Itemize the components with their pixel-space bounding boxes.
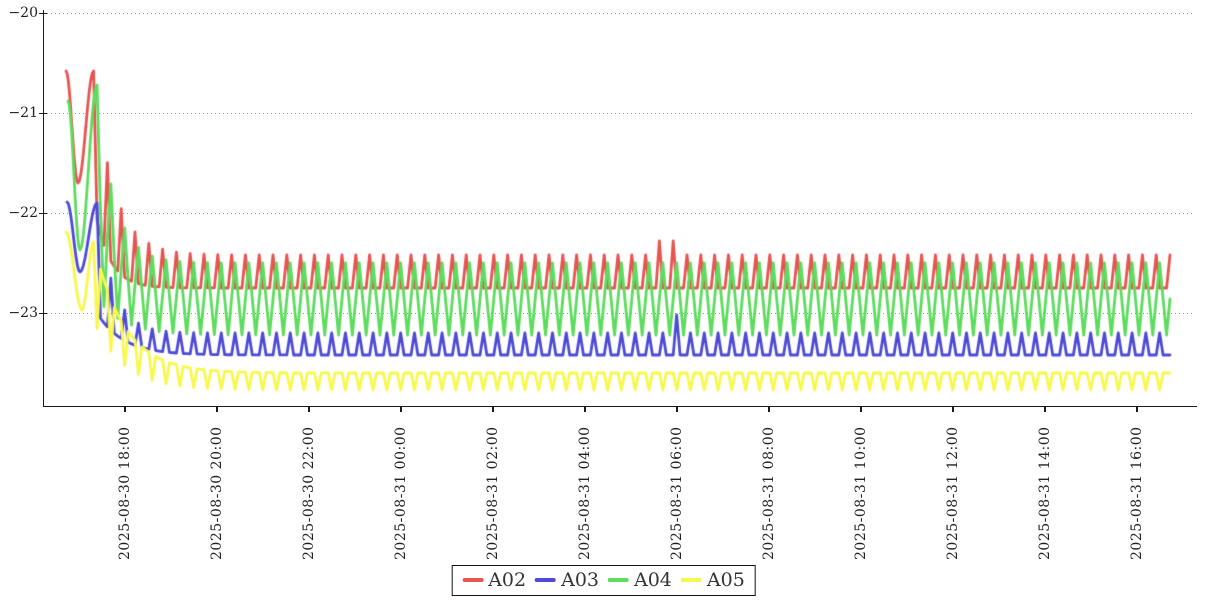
x-tick-label: 2025-08-31 14:00 [1037, 426, 1053, 560]
legend-label: A03 [561, 569, 599, 591]
x-tick-label: 2025-08-31 02:00 [485, 426, 501, 560]
x-tick-label: 2025-08-30 18:00 [117, 426, 133, 560]
x-tick-mark [860, 407, 862, 412]
legend-item-A03: A03 [535, 569, 599, 591]
line-chart-figure: −20 −21 −22 −23 2025-08-30 18:00 2025-08-30 … [0, 0, 1207, 600]
y-tick-label: −20 [0, 5, 38, 21]
legend-item-A05: A05 [681, 569, 745, 591]
x-tick-label: 2025-08-31 08:00 [761, 426, 777, 560]
y-axis-line [43, 10, 45, 407]
legend-label: A04 [634, 569, 672, 591]
legend-line-swatch [608, 578, 629, 582]
x-tick-mark [492, 407, 494, 412]
x-tick-mark [124, 407, 126, 412]
chart-series-canvas [0, 0, 1207, 600]
x-tick-label: 2025-08-31 16:00 [1129, 426, 1145, 560]
x-tick-mark [584, 407, 586, 412]
legend-line-swatch [681, 578, 702, 582]
y-tick-label: −22 [0, 205, 38, 221]
x-tick-label: 2025-08-30 22:00 [301, 426, 317, 560]
legend-item-A02: A02 [462, 569, 526, 591]
x-tick-mark [952, 407, 954, 412]
y-tick-mark [39, 313, 47, 315]
x-tick-label: 2025-08-31 06:00 [669, 426, 685, 560]
x-tick-mark [216, 407, 218, 412]
y-tick-mark [39, 213, 47, 215]
legend-label: A02 [488, 569, 526, 591]
legend-label: A05 [707, 569, 745, 591]
x-tick-label: 2025-08-31 12:00 [945, 426, 961, 560]
x-tick-mark [768, 407, 770, 412]
x-tick-label: 2025-08-30 20:00 [209, 426, 225, 560]
x-tick-label: 2025-08-31 10:00 [853, 426, 869, 560]
x-tick-label: 2025-08-31 04:00 [577, 426, 593, 560]
y-tick-label: −23 [0, 305, 38, 321]
y-tick-label: −21 [0, 105, 38, 121]
legend-line-swatch [535, 578, 556, 582]
y-tick-mark [39, 113, 47, 115]
x-tick-mark [676, 407, 678, 412]
legend: A02 A03 A04 A05 [451, 565, 756, 596]
x-tick-mark [308, 407, 310, 412]
x-tick-mark [1136, 407, 1138, 412]
x-tick-label: 2025-08-31 00:00 [393, 426, 409, 560]
y-tick-mark [39, 13, 47, 15]
legend-item-A04: A04 [608, 569, 672, 591]
x-tick-mark [400, 407, 402, 412]
legend-line-swatch [462, 578, 483, 582]
x-tick-mark [1044, 407, 1046, 412]
